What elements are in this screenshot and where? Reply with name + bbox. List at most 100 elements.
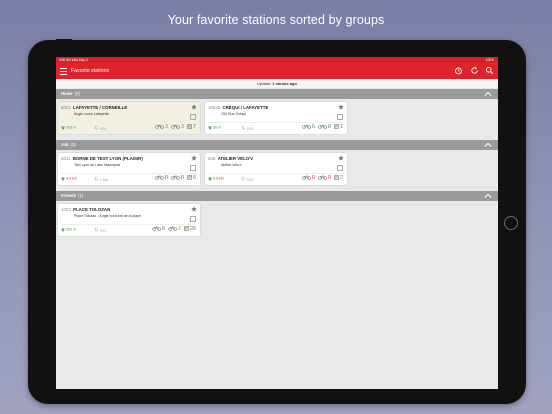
docks-value: 2 <box>340 175 343 181</box>
sync-icon <box>94 125 99 130</box>
bikes-value: 6 <box>162 226 165 232</box>
time-value: 9:21 <box>99 229 107 233</box>
ebikes-value: 0 <box>181 175 184 181</box>
chevron-up-icon[interactable] <box>484 142 492 148</box>
location-pin-icon <box>61 228 65 232</box>
station-card[interactable]: 2011 BORNE DE TEST LYON (PLAISIR) Test Ly… <box>58 153 200 185</box>
app-title: Favorite stations <box>71 68 110 74</box>
station-name: ATELIER VÉLO'V <box>217 156 254 161</box>
group-header[interactable]: Home (2) <box>56 89 498 99</box>
bikes-value: 3 <box>165 124 168 130</box>
availability-counts: 3 3 7 <box>152 124 196 130</box>
availability-counts: 0 0 2 <box>299 175 343 181</box>
station-card[interactable]: 555 ATELIER VÉLO'V Atelier Velo'v 4.9 km … <box>205 153 347 185</box>
time-value: 9:20 <box>246 178 254 182</box>
station-distance: 4.9 km <box>208 176 224 181</box>
station-update-time: 9:20 <box>94 125 106 131</box>
docks-value: 1 <box>340 124 343 130</box>
distance-value: 4.9 km <box>66 176 77 181</box>
docks-value: 7 <box>193 124 196 130</box>
calendar-icon <box>337 165 343 171</box>
search-icon[interactable] <box>485 66 494 75</box>
station-name: BORNE DE TEST LYON (PLAISIR) <box>72 156 143 161</box>
star-icon[interactable] <box>338 155 344 161</box>
station-name: PLACE TOLOZAN <box>73 207 111 212</box>
ebikes-value: 0 <box>328 175 331 181</box>
docks-value: 26 <box>190 226 196 232</box>
station-name: LAFAYETTE / CORNEILLE <box>73 105 128 110</box>
bikes-count: 0 <box>302 175 315 181</box>
station-address: Angle cours Lafayette <box>74 112 109 116</box>
station-number: 1023 <box>61 207 71 212</box>
sync-icon <box>241 125 246 130</box>
station-distance: 953 m <box>61 227 76 232</box>
card-divider <box>61 224 197 225</box>
station-address: Place Tolozan - Angle nord-est de la pla… <box>74 214 142 218</box>
station-card[interactable]: 8001 LAFAYETTE / CORNEILLE Angle cours La… <box>58 102 200 134</box>
time-value: 9:20 <box>246 127 254 131</box>
group-header[interactable]: Job (2) <box>56 140 498 150</box>
ebikes-value: 2 <box>178 226 181 232</box>
chevron-up-icon[interactable] <box>484 193 492 199</box>
station-title: 2011 BORNE DE TEST LYON (PLAISIR) <box>61 156 143 161</box>
sync-icon <box>94 227 99 232</box>
update-value: 1 minute ago <box>272 81 297 86</box>
group-title: Home <box>61 91 73 96</box>
station-name: CRÉQUI / LAFAYETTE <box>222 105 269 110</box>
card-divider <box>61 122 197 123</box>
chevron-up-icon[interactable] <box>484 91 492 97</box>
card-divider <box>208 122 344 123</box>
station-distance: 203 m <box>61 125 76 130</box>
sync-icon <box>241 176 246 181</box>
docks-count: 1 <box>334 124 343 130</box>
location-pin-icon <box>208 126 212 130</box>
home-button <box>504 216 518 230</box>
star-icon[interactable] <box>191 104 197 110</box>
station-address: Atelier Velo'v <box>221 163 242 167</box>
bikes-count: 6 <box>302 124 315 130</box>
ebikes-count: 3 <box>171 124 184 130</box>
station-number: 8001 <box>61 105 71 110</box>
star-icon[interactable] <box>191 155 197 161</box>
calendar-icon <box>190 114 196 120</box>
calendar-icon <box>190 165 196 171</box>
availability-counts: 0 0 6 <box>152 175 196 181</box>
group-header[interactable]: Friends (1) <box>56 191 498 201</box>
ebikes-value: 3 <box>181 124 184 130</box>
group-count: (2) <box>70 142 76 147</box>
menu-icon[interactable] <box>60 66 67 75</box>
station-number: 10033 <box>208 105 221 110</box>
station-card[interactable]: 10033 CRÉQUI / LAFAYETTE 153 Rue Créqui 5… <box>205 102 347 134</box>
update-label: Update: <box>257 81 272 86</box>
station-number: 2011 <box>61 156 71 161</box>
distance-value: 56 m <box>213 125 221 130</box>
availability-counts: 6 8 1 <box>299 124 343 130</box>
ebikes-value: 8 <box>328 124 331 130</box>
tablet-button <box>56 39 72 42</box>
promo-headline: Your favorite stations sorted by groups <box>167 13 385 27</box>
sync-icon <box>94 176 99 181</box>
refresh-icon[interactable] <box>470 66 479 75</box>
location-pin-icon <box>208 177 212 181</box>
distance-value: 4.9 km <box>213 176 224 181</box>
time-value: 1 day <box>99 178 108 182</box>
calendar-icon <box>190 216 196 222</box>
docks-count: 26 <box>184 226 196 232</box>
station-update-time: 9:20 <box>241 176 253 182</box>
station-card[interactable]: 1023 PLACE TOLOZAN Place Tolozan - Angle … <box>58 204 200 236</box>
station-update-time: 1 day <box>94 176 108 182</box>
group-count: (1) <box>78 193 84 198</box>
alarm-clock-icon[interactable] <box>454 66 463 75</box>
docks-count: 7 <box>187 124 196 130</box>
bikes-value: 0 <box>165 175 168 181</box>
update-status: Update: 1 minute ago <box>56 79 498 88</box>
distance-value: 203 m <box>66 125 76 130</box>
card-divider <box>208 173 344 174</box>
group-name: Job (2) <box>61 140 76 150</box>
star-icon[interactable] <box>191 206 197 212</box>
star-icon[interactable] <box>338 104 344 110</box>
station-title: 555 ATELIER VÉLO'V <box>208 156 253 161</box>
bikes-value: 6 <box>312 124 315 130</box>
bikes-count: 3 <box>155 124 168 130</box>
bikes-count: 6 <box>152 226 165 232</box>
